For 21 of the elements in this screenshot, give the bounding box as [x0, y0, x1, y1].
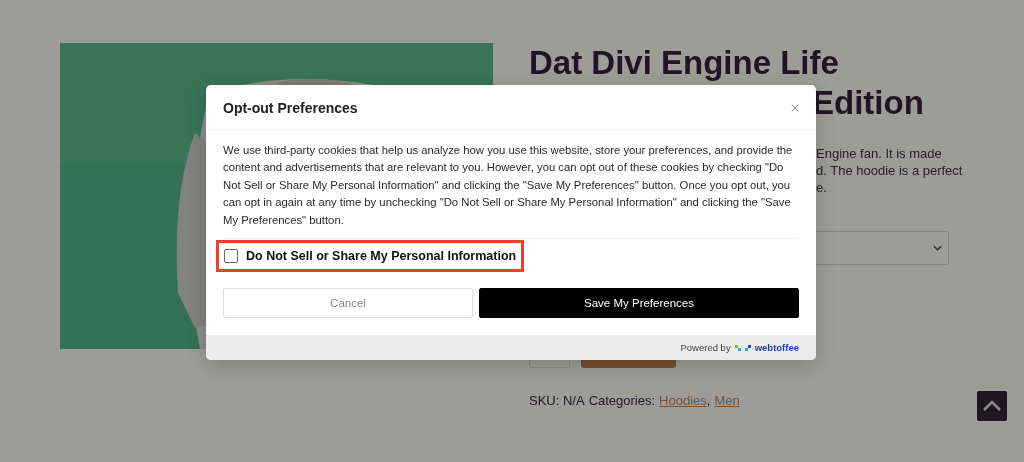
sku-text: SKU: N/A — [529, 393, 585, 408]
chevron-up-icon — [982, 400, 1002, 412]
checkbox[interactable] — [224, 249, 238, 264]
cancel-button[interactable]: Cancel — [223, 288, 473, 319]
product-title: Edition — [812, 83, 924, 123]
brand-name[interactable]: webtoffee — [754, 342, 799, 354]
description-text: d. The hoodie is a perfect — [816, 162, 963, 179]
close-icon[interactable] — [791, 104, 799, 112]
powered-by-text: Powered by — [680, 342, 731, 354]
categories-label: Categories: — [588, 393, 656, 408]
checkbox-label[interactable]: Do Not Sell or Share My Personal Information — [246, 249, 517, 264]
save-button[interactable]: Save My Preferences — [479, 288, 799, 319]
separator-text: , — [706, 393, 711, 408]
logo-icon — [734, 343, 751, 352]
chevron-down-icon — [933, 245, 942, 251]
dialog-title: Opt-out Preferences — [223, 100, 358, 116]
description-text: e. — [816, 179, 827, 196]
back-to-top-button[interactable] — [977, 391, 1007, 421]
dialog-text: We use third-party cookies that help us analyze how you use this website, store your preferences, and provide the content and advertisements that are relevant to you. However, you can opt out of these cookies by checking "Do Not Sell or Share My Personal Information" and clicking the "Save My Preferences" button. Once you opt out, you can opt in again at any time by unchecking "Do Not Sell or Share My Personal Information" and clicking the "Save My Preferences" button. — [223, 143, 794, 228]
description-text: Engine fan. It is made — [816, 145, 942, 162]
product-title: Dat Divi Engine Life — [529, 43, 839, 83]
